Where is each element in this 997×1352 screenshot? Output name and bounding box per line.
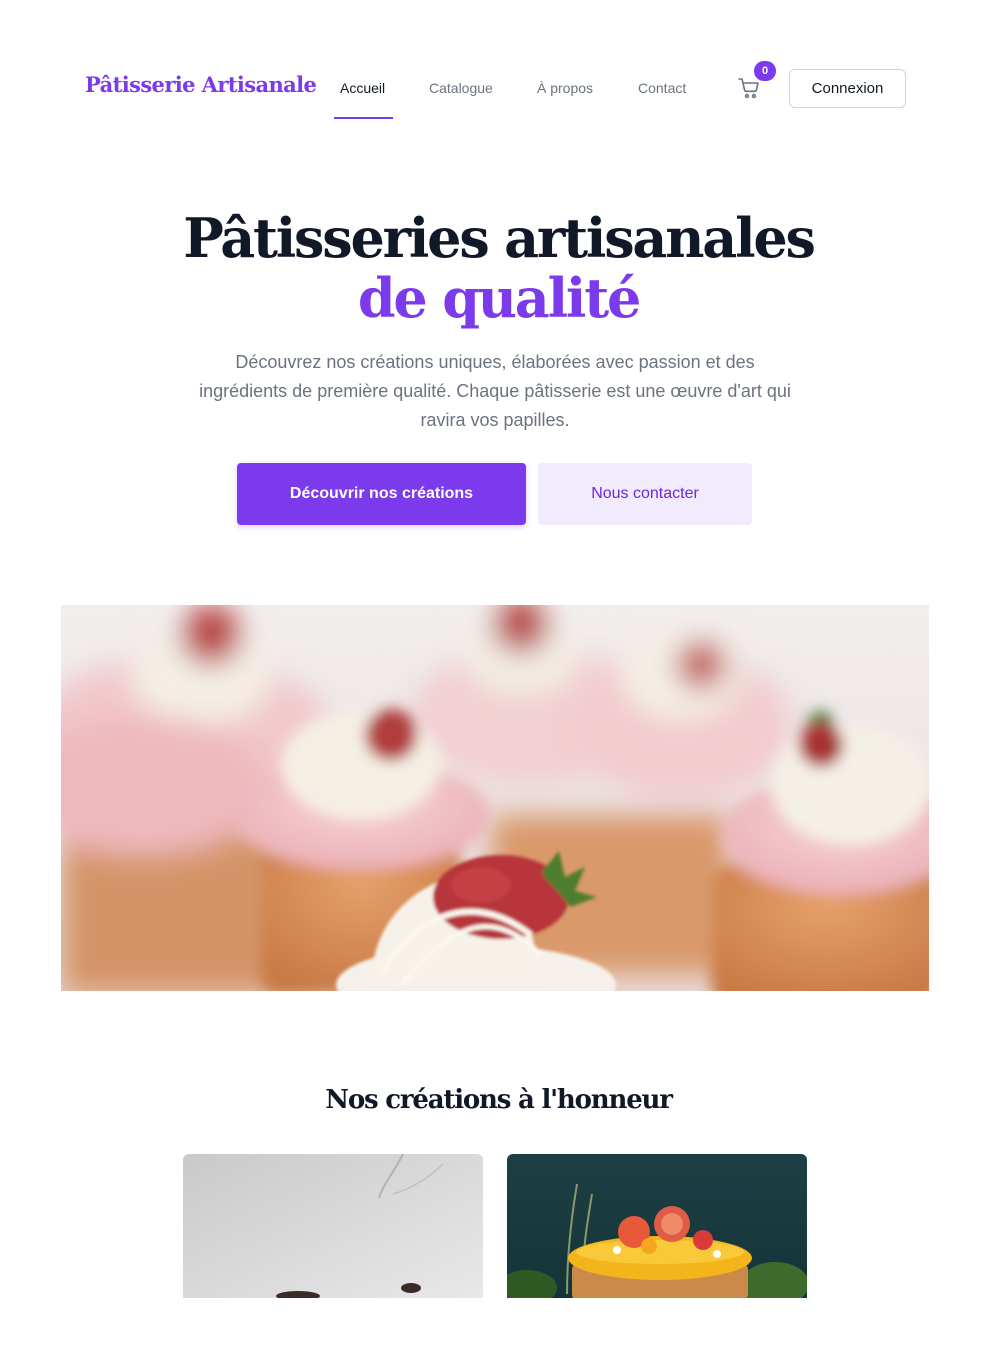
featured-section-title: Nos créations à l'honneur <box>325 1085 673 1115</box>
shopping-cart-icon[interactable] <box>737 76 761 100</box>
login-button[interactable]: Connexion <box>789 69 906 108</box>
hero-title-line1: Pâtisseries artisanales <box>183 206 816 270</box>
cart-count-badge: 0 <box>754 61 776 81</box>
discover-creations-button[interactable]: Découvrir nos créations <box>237 463 526 525</box>
nav-link-contact[interactable]: Contact <box>638 80 686 96</box>
nav-link-catalog[interactable]: Catalogue <box>429 80 493 96</box>
featured-card-image[interactable] <box>507 1154 807 1298</box>
hero-cupcakes-image <box>61 605 929 991</box>
hero-title-line2: de qualité <box>357 266 641 330</box>
active-nav-indicator <box>334 117 393 119</box>
featured-card-image[interactable] <box>183 1154 483 1298</box>
nav-link-about[interactable]: À propos <box>537 80 593 96</box>
nav-link-home[interactable]: Accueil <box>340 80 385 96</box>
brand-logo[interactable]: Pâtisserie Artisanale <box>85 72 317 97</box>
hero-subtitle: Découvrez nos créations uniques, élaboré… <box>199 352 791 430</box>
contact-us-button[interactable]: Nous contacter <box>538 463 752 525</box>
hero-title: Pâtisseries artisanales de qualité <box>0 208 997 328</box>
